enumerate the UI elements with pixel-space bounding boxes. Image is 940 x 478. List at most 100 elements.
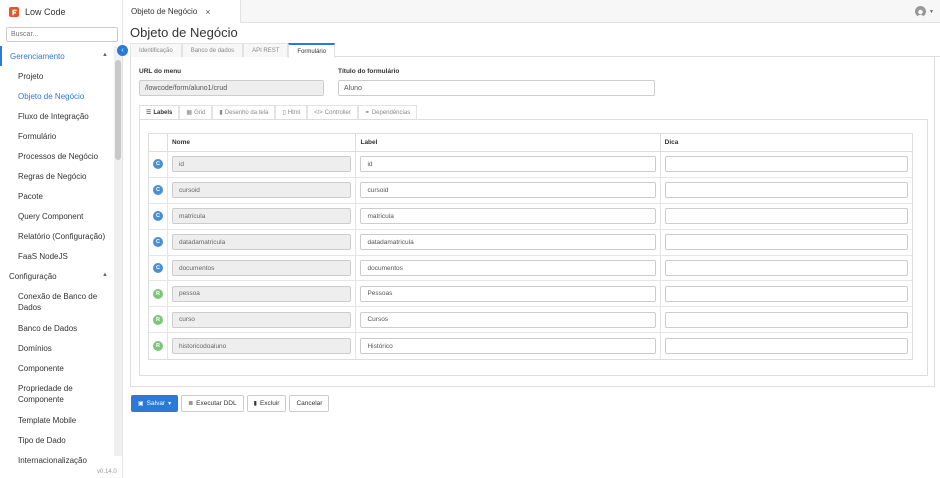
caret-down-icon[interactable]: ▼	[929, 9, 934, 15]
label-cell: id	[356, 152, 661, 177]
cancel-button[interactable]: Cancelar	[289, 395, 330, 412]
sidebar-item-label: Objeto de Negócio	[18, 91, 85, 101]
tab-formulario[interactable]: Formulário	[288, 43, 336, 58]
nome-field[interactable]: matricula	[171, 208, 352, 225]
sidebar-item-relatorio[interactable]: Relatório (Configuração)	[0, 226, 114, 246]
dica-field[interactable]	[664, 285, 909, 302]
action-bar: ▣ Salvar ▾ ≣ Executar DDL ▮ Excluir Canc…	[131, 395, 330, 412]
trash-icon: ▮	[253, 401, 257, 407]
app-root: Low Code Gerenciamento ▲ Projeto Objeto …	[0, 0, 940, 478]
page-title: Objeto de Negócio	[130, 25, 238, 40]
label-field[interactable]: cursoid	[360, 182, 656, 199]
collapse-sidebar-button[interactable]: ‹	[117, 45, 128, 56]
column-header-nome: Nome	[168, 134, 357, 151]
logo-icon	[9, 7, 19, 17]
nome-field[interactable]: curso	[171, 311, 352, 328]
subtab-html[interactable]: ▯ Html	[275, 105, 308, 119]
tab-identificacao[interactable]: Identificação	[130, 43, 182, 57]
nav-group-configuracao[interactable]: Configuração ▲	[0, 266, 114, 286]
close-icon[interactable]: ×	[205, 7, 210, 17]
table-row: Ccursoid cursoid	[149, 177, 912, 204]
dica-cell	[661, 256, 912, 281]
nome-field[interactable]: documentos	[171, 260, 352, 276]
tab-api-rest[interactable]: API REST	[243, 43, 289, 57]
sidebar-item-template-mobile[interactable]: Template Mobile	[0, 410, 114, 430]
label-field[interactable]: Histórico	[360, 338, 656, 355]
sidebar-item-projeto[interactable]: Projeto	[0, 66, 114, 86]
titulo-field[interactable]: Aluno	[338, 80, 655, 96]
label-field[interactable]: id	[360, 156, 656, 173]
sidebar-item-faas-nodejs[interactable]: FaaS NodeJS	[0, 246, 114, 266]
dica-field[interactable]	[664, 260, 909, 276]
brand[interactable]: Low Code	[0, 0, 122, 24]
sidebar-item-propriedade-componente[interactable]: Propriedade de Componente	[0, 378, 114, 410]
dica-field[interactable]	[664, 311, 909, 328]
sidebar-item-objeto-de-negocio[interactable]: Objeto de Negócio	[0, 86, 114, 106]
link-icon: ⚭	[364, 110, 370, 116]
subtab-label: Labels	[153, 109, 173, 116]
document-tab-label: Objeto de Negócio	[131, 7, 198, 16]
type-cell: R	[149, 333, 168, 360]
nome-cell: cursoid	[168, 177, 357, 203]
nome-field[interactable]: datadamatricula	[171, 234, 352, 251]
sidebar-item-processos-de-negocio[interactable]: Processos de Negócio	[0, 146, 114, 166]
sidebar-item-label: Regras de Negócio	[18, 171, 87, 181]
label-field[interactable]: Pessoas	[360, 285, 656, 302]
label-field[interactable]: documentos	[360, 260, 656, 276]
sidebar-item-label: Banco de Dados	[18, 323, 78, 333]
subtab-desenho-da-tela[interactable]: ▮ Desenho da tela	[212, 105, 276, 119]
save-button[interactable]: ▣ Salvar ▾	[131, 395, 179, 412]
nav-group-label: Gerenciamento	[10, 51, 65, 61]
avatar[interactable]	[915, 6, 926, 17]
nome-field[interactable]: pessoa	[171, 285, 352, 302]
search-input[interactable]	[6, 27, 118, 42]
nome-field[interactable]: id	[171, 156, 352, 173]
tab-banco-de-dados[interactable]: Banco de dados	[181, 43, 244, 57]
label-field[interactable]: datadamatricula	[360, 234, 656, 251]
subtab-labels[interactable]: ☰ Labels	[139, 105, 180, 119]
dica-field[interactable]	[664, 156, 909, 173]
sidebar-item-label: Processos de Negócio	[18, 151, 99, 161]
sidebar-item-formulario[interactable]: Formulário	[0, 126, 114, 146]
sidebar-item-banco-de-dados[interactable]: Banco de Dados	[0, 318, 114, 338]
type-badge: C	[152, 185, 163, 196]
dica-cell	[661, 204, 912, 229]
nav-group-gerenciamento[interactable]: Gerenciamento ▲	[0, 46, 114, 66]
label-field[interactable]: matricula	[360, 208, 656, 225]
sidebar-scroll-thumb[interactable]	[115, 60, 121, 160]
nome-field[interactable]: historicodoaluno	[171, 338, 352, 355]
delete-button[interactable]: ▮ Excluir	[246, 395, 287, 412]
url-field[interactable]: /lowcode/form/aluno1/crud	[139, 80, 324, 96]
nome-cell: documentos	[168, 255, 357, 281]
type-badge: C	[152, 159, 163, 170]
dica-field[interactable]	[664, 338, 909, 355]
dica-field[interactable]	[664, 234, 909, 251]
nome-cell: curso	[168, 307, 357, 333]
label-field[interactable]: Cursos	[360, 311, 656, 328]
nome-field[interactable]: cursoid	[171, 182, 352, 199]
sidebar-item-regras-de-negocio[interactable]: Regras de Negócio	[0, 166, 114, 186]
document-tab[interactable]: Objeto de Negócio ×	[123, 0, 241, 23]
dica-field[interactable]	[664, 182, 909, 199]
sidebar-item-fluxo-de-integracao[interactable]: Fluxo de Integração	[0, 106, 114, 126]
column-header-type	[149, 134, 168, 151]
sidebar-item-conexao-banco[interactable]: Conexão de Banco de Dados	[0, 286, 114, 318]
dica-field[interactable]	[664, 208, 909, 225]
sidebar-item-dominios[interactable]: Domínios	[0, 338, 114, 358]
sidebar-item-componente[interactable]: Componente	[0, 358, 114, 378]
execute-ddl-button[interactable]: ≣ Executar DDL	[181, 395, 244, 412]
subtab-grid[interactable]: ▦ Grid	[179, 105, 213, 119]
type-cell: C	[149, 177, 168, 203]
sidebar-item-query-component[interactable]: Query Component	[0, 206, 114, 226]
dica-cell	[661, 230, 912, 255]
sidebar-item-internacionalizacao[interactable]: Internacionalização	[0, 450, 114, 470]
sidebar-item-pacote[interactable]: Pacote	[0, 186, 114, 206]
subtab-controller[interactable]: </> Controller	[307, 105, 358, 119]
chevron-up-icon: ▲	[102, 52, 108, 58]
type-cell: C	[149, 229, 168, 255]
type-badge: C	[152, 237, 163, 248]
sidebar-item-tipo-de-dado[interactable]: Tipo de Dado	[0, 430, 114, 450]
sidebar-item-label: Componente	[18, 363, 64, 373]
subtab-dependencias[interactable]: ⚭ Dependências	[357, 105, 418, 119]
type-cell: C	[149, 152, 168, 177]
